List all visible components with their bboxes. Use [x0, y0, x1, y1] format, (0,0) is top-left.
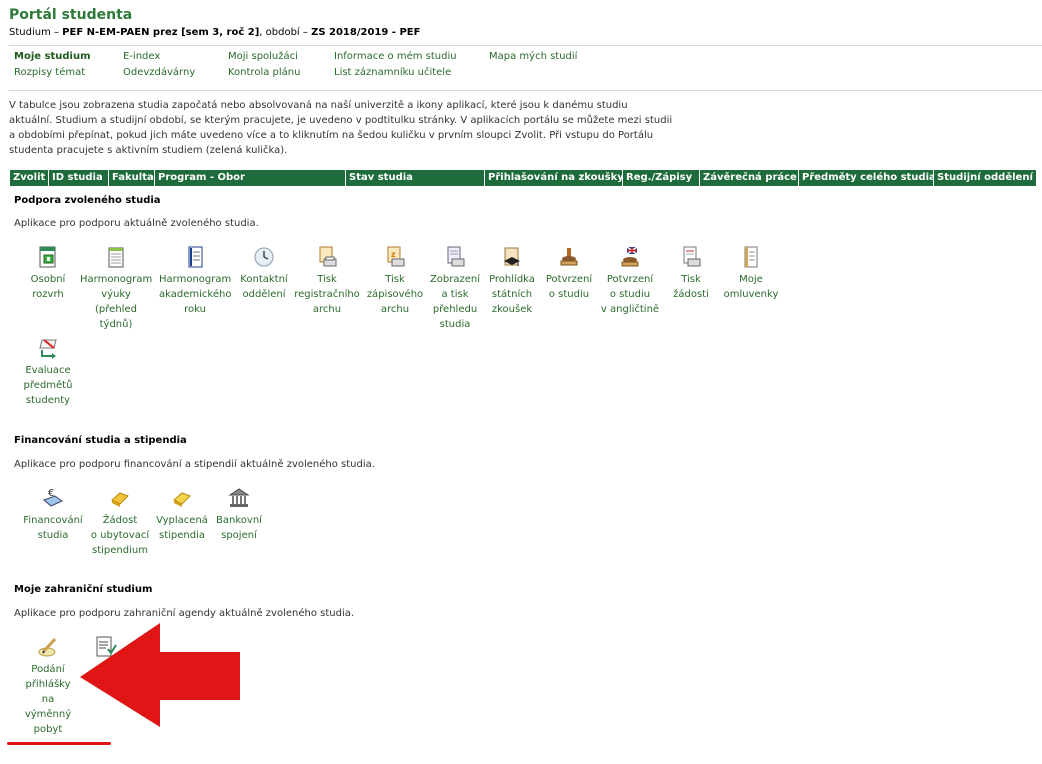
section-desc-financovani: Aplikace pro podporu financování a stipe…	[14, 459, 375, 470]
section-title-podpora: Podpora zvoleného studia	[14, 195, 161, 206]
col-zaverecna-prace[interactable]: Závěrečná práce	[700, 170, 799, 186]
document-check-icon	[96, 636, 117, 657]
section-desc-podpora: Aplikace pro podporu aktuálně zvoleného …	[14, 218, 259, 229]
col-fakulta[interactable]: Fakulta	[109, 170, 155, 186]
nav-kontrola[interactable]: Kontrola plánu	[228, 67, 300, 78]
app-evaluace-predmetu[interactable]: Evaluace předmětů studenty	[20, 336, 76, 408]
stamp-english-icon	[621, 246, 639, 267]
app-potvrzeni-o-studiu[interactable]: Potvrzení o studiu	[543, 245, 595, 302]
print-icon: z	[387, 246, 405, 267]
col-program-obor[interactable]: Program - Obor	[155, 170, 346, 186]
finance-icon: €	[43, 488, 63, 507]
page-subtitle: Studium – PEF N-EM-PAEN prez [sem 3, roč…	[9, 27, 421, 38]
print-request-icon	[683, 246, 701, 267]
nav-spoluzaci[interactable]: Moji spolužáci	[228, 51, 298, 62]
col-studijni-oddeleni[interactable]: Studijní oddělení	[934, 170, 1036, 186]
clock-icon	[254, 247, 274, 267]
print-icon	[319, 246, 337, 267]
nav-informace[interactable]: Informace o mém studiu	[334, 51, 457, 62]
col-zvolit[interactable]: Zvolit	[10, 170, 49, 186]
graduation-icon	[504, 247, 520, 266]
col-prihlasovani[interactable]: Přihlašování na zkoušky	[485, 170, 623, 186]
divider	[9, 90, 1042, 91]
app-potvrzeni-v-anglictine[interactable]: Potvrzení o studiu v angličtině	[600, 245, 660, 317]
app-bankovni-spojeni[interactable]: Bankovní spojení	[214, 486, 264, 543]
col-reg-zapisy[interactable]: Reg./Zápisy	[623, 170, 700, 186]
evaluation-icon	[39, 339, 57, 359]
gold-bar-icon	[173, 492, 191, 507]
col-id-studia[interactable]: ID studia	[49, 170, 109, 186]
app-harmonogram-akademickeho-roku[interactable]: Harmonogram akademického roku	[159, 245, 231, 317]
app-harmonogram-vyuky[interactable]: Harmonogram výuky (přehled týdnů)	[80, 245, 152, 332]
timetable-icon	[39, 246, 56, 268]
svg-text:z: z	[391, 250, 396, 259]
annotation-underline	[7, 742, 111, 745]
schedule-icon	[108, 247, 124, 268]
app-vyplacena-stipendia[interactable]: Vyplacená stipendia	[155, 486, 209, 543]
studies-table-header: Zvolit ID studia Fakulta Program - Obor …	[10, 170, 1036, 186]
app-prohlidka-statnich-zkousek[interactable]: Prohlídka státních zkoušek	[487, 245, 537, 317]
print-overview-icon	[447, 246, 465, 267]
stamp-icon	[560, 248, 578, 266]
current-period: ZS 2018/2019 - PEF	[311, 27, 421, 38]
gold-bar-icon	[111, 492, 129, 507]
app-tisk-registracniho-archu[interactable]: Tisk registračního archu	[294, 245, 360, 317]
section-title-zahranicni: Moje zahraniční studium	[14, 584, 153, 595]
app-moje-omluvenky[interactable]: Moje omluvenky	[722, 245, 780, 302]
app-zadost-ubytovaci-stipendium[interactable]: Žádost o ubytovací stipendium	[88, 486, 152, 558]
app-financovani-studia[interactable]: € Financování studia	[22, 486, 84, 543]
excuse-icon	[744, 246, 758, 268]
application-pen-icon	[38, 637, 57, 657]
nav-rozpisy[interactable]: Rozpisy témat	[14, 67, 85, 78]
app-tisk-zapisoveho-archu[interactable]: z Tisk zápisového archu	[366, 245, 424, 317]
page-title: Portál studenta	[9, 7, 133, 23]
nav-odevzdavarny[interactable]: Odevzdávárny	[123, 67, 195, 78]
calendar-icon	[188, 246, 203, 268]
app-podani-prihlasky[interactable]: Podání přihlášky na výměnný pobyt	[22, 635, 74, 737]
col-predmety[interactable]: Předměty celého studia	[799, 170, 934, 186]
col-stav-studia[interactable]: Stav studia	[346, 170, 485, 186]
app-zahranicni-dokument[interactable]	[88, 635, 122, 662]
bank-icon	[228, 488, 250, 507]
app-kontaktni-oddeleni[interactable]: Kontaktní oddělení	[238, 245, 290, 302]
divider	[9, 45, 1042, 46]
app-zobrazeni-prehledu-studia[interactable]: Zobrazení a tisk přehledu studia	[429, 245, 481, 332]
section-title-financovani: Financování studia a stipendia	[14, 435, 187, 446]
current-study: PEF N-EM-PAEN prez [sem 3, roč 2]	[62, 27, 260, 38]
nav-moje-studium[interactable]: Moje studium	[14, 51, 91, 62]
app-osobni-rozvrh[interactable]: Osobní rozvrh	[22, 245, 74, 302]
nav-list[interactable]: List záznamníku učitele	[334, 67, 451, 78]
nav-e-index[interactable]: E-index	[123, 51, 160, 62]
nav-mapa[interactable]: Mapa mých studií	[489, 51, 577, 62]
app-tisk-zadosti[interactable]: Tisk žádosti	[668, 245, 714, 302]
intro-text: V tabulce jsou zobrazena studia započatá…	[9, 100, 673, 156]
section-desc-zahranicni: Aplikace pro podporu zahraniční agendy a…	[14, 608, 355, 619]
